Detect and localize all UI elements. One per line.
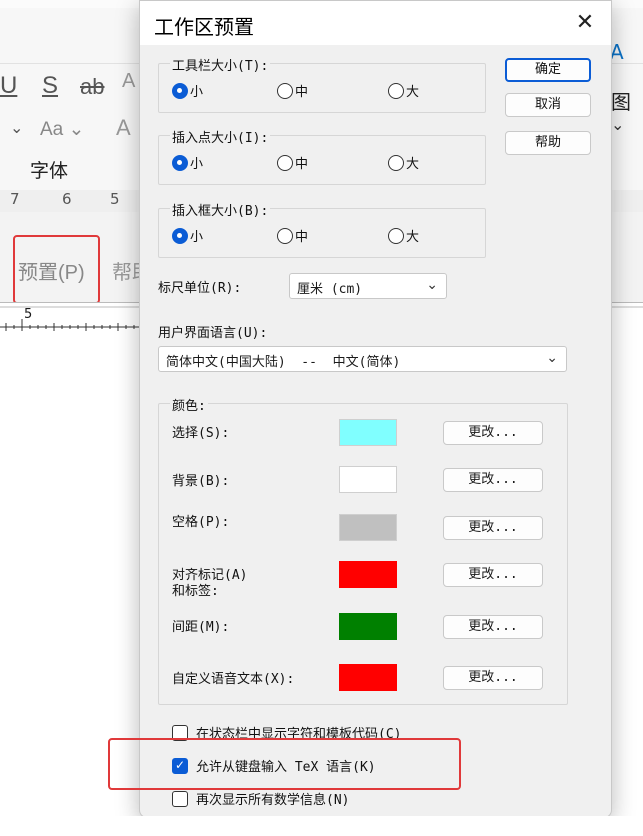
font-size-icon[interactable]: A (116, 115, 131, 141)
insertion-box-small-radio[interactable]: 小 (172, 226, 203, 245)
color-label-background: 背景(B): (172, 474, 230, 489)
toolbar-size-small-radio[interactable]: 小 (172, 81, 203, 100)
show-math-info-checkbox[interactable]: 再次显示所有数学信息(N) (172, 789, 349, 808)
insertion-box-size-legend: 插入框大小(B): (170, 200, 271, 219)
ruler-units-select[interactable]: 厘米 (cm) ⌄ (289, 273, 447, 299)
change-case-icon[interactable]: Aa ⌄ (40, 118, 84, 141)
dialog-title: 工作区预置 (154, 15, 254, 39)
chevron-down-icon: ⌄ (546, 350, 558, 366)
ruler-number: 6 (62, 190, 72, 208)
ruler-units-label: 标尺单位(R): (158, 281, 242, 296)
color-swatch-spacing (339, 613, 397, 640)
radio-label: 小 (190, 230, 204, 245)
change-color-spacing-button[interactable]: 更改... (443, 615, 543, 639)
color-swatch-custom-speech (339, 664, 397, 691)
ui-language-label: 用户界面语言(U): (158, 326, 268, 341)
radio-label: 小 (190, 85, 204, 100)
color-label-space: 空格(P): (172, 515, 230, 530)
strikethrough-icon[interactable]: ab (80, 74, 104, 100)
change-color-selection-button[interactable]: 更改... (443, 421, 543, 445)
help-button[interactable]: 帮助 (505, 131, 591, 155)
ui-language-select[interactable]: 简体中文(中国大陆) -- 中文(简体) ⌄ (158, 346, 567, 372)
text-icon-partial: A (610, 40, 624, 64)
ok-button[interactable]: 确定 (505, 58, 591, 82)
radio-icon (388, 82, 404, 99)
insertion-box-large-radio[interactable]: 大 (388, 226, 419, 245)
font-group-label: 字体 (30, 160, 69, 182)
ribbon-label-partial: 图 (611, 90, 631, 114)
toolbar-size-large-radio[interactable]: 大 (388, 81, 419, 100)
radio-label: 中 (295, 157, 309, 172)
highlight-box-tex-input (108, 738, 461, 790)
toolbar-size-medium-radio[interactable]: 中 (277, 81, 308, 100)
ui-language-value: 简体中文(中国大陆) -- 中文(简体) (166, 355, 401, 370)
ruler-units-value: 厘米 (cm) (297, 282, 363, 297)
radio-label: 大 (406, 85, 420, 100)
highlight-box-preferences (13, 235, 100, 304)
color-label-spacing: 间距(M): (172, 620, 230, 635)
radio-label: 大 (406, 230, 420, 245)
change-color-background-button[interactable]: 更改... (443, 468, 543, 492)
dialog-titlebar: 工作区预置 ✕ (140, 1, 611, 45)
toolbar-size-legend: 工具栏大小(T): (170, 55, 271, 74)
color-label-selection: 选择(S): (172, 426, 230, 441)
radio-label: 小 (190, 157, 204, 172)
radio-icon (277, 227, 293, 244)
radio-label: 大 (406, 157, 420, 172)
cancel-button[interactable]: 取消 (505, 93, 591, 117)
document-bottom-strip (0, 816, 643, 836)
chevron-down-icon: ⌄ (426, 277, 438, 293)
underline-icon[interactable]: U (0, 72, 17, 100)
close-icon[interactable]: ✕ (572, 10, 598, 36)
radio-label: 中 (295, 230, 309, 245)
text-effects-icon[interactable]: A (122, 70, 135, 93)
radio-selected-icon (172, 227, 188, 244)
color-label-alignment-line2: 和标签: (172, 584, 219, 599)
insertion-point-size-legend: 插入点大小(I): (170, 127, 271, 146)
radio-icon (277, 82, 293, 99)
radio-selected-icon (172, 154, 188, 171)
color-swatch-alignment (339, 561, 397, 588)
chevron-down-icon[interactable]: ⌄ (611, 115, 624, 134)
change-color-custom-speech-button[interactable]: 更改... (443, 666, 543, 690)
radio-icon (388, 227, 404, 244)
ruler-number: 7 (10, 190, 20, 208)
radio-icon (277, 154, 293, 171)
workspace-preferences-dialog: 工作区预置 ✕ 确定 取消 帮助 工具栏大小(T): 小 中 大 插入点大小(I… (139, 0, 612, 818)
chevron-down-icon[interactable]: ⌄ (10, 118, 23, 138)
color-label-custom-speech: 自定义语音文本(X): (172, 672, 295, 687)
radio-selected-icon (172, 82, 188, 99)
double-underline-icon[interactable]: S (42, 72, 58, 100)
colors-group (158, 403, 568, 705)
color-swatch-selection (339, 419, 397, 446)
insertion-box-medium-radio[interactable]: 中 (277, 226, 308, 245)
color-swatch-space (339, 514, 397, 541)
change-color-alignment-button[interactable]: 更改... (443, 563, 543, 587)
ruler-mark: 5 (24, 307, 33, 322)
colors-legend: 颜色: (170, 395, 208, 414)
radio-icon (388, 154, 404, 171)
insertion-point-small-radio[interactable]: 小 (172, 153, 203, 172)
radio-label: 中 (295, 85, 309, 100)
insertion-point-large-radio[interactable]: 大 (388, 153, 419, 172)
checkbox-icon (172, 790, 188, 807)
ruler-number: 5 (110, 190, 120, 208)
checkbox-label: 再次显示所有数学信息(N) (196, 793, 350, 808)
color-swatch-background (339, 466, 397, 493)
insertion-point-medium-radio[interactable]: 中 (277, 153, 308, 172)
change-color-space-button[interactable]: 更改... (443, 516, 543, 540)
